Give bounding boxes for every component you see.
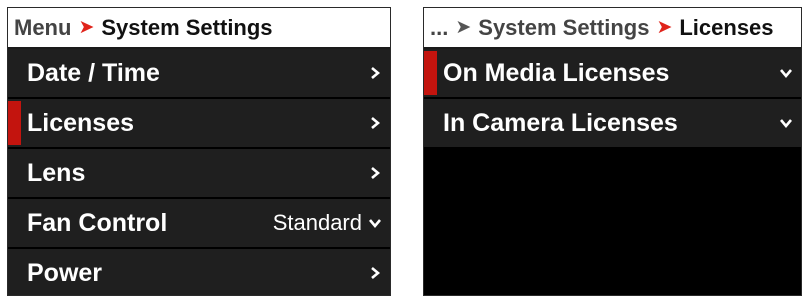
menu-item-fan-control[interactable]: Fan Control Standard — [8, 199, 390, 249]
menu-item-label: On Media Licenses — [443, 58, 670, 87]
menu-item-label: Power — [27, 258, 103, 287]
chevron-right-icon — [371, 117, 381, 129]
menu-item-in-camera-licenses[interactable]: In Camera Licenses — [424, 99, 801, 149]
selection-indicator — [8, 101, 21, 145]
chevron-down-icon — [780, 69, 792, 79]
chevron-right-icon — [371, 167, 381, 179]
chevron-down-icon — [369, 219, 381, 229]
menu-item-label: In Camera Licenses — [443, 108, 678, 137]
menu-item-label: Fan Control — [27, 208, 168, 237]
menu-item-lens[interactable]: Lens — [8, 149, 390, 199]
chevron-down-icon — [780, 119, 792, 129]
licenses-menu-panel: ... ➤ System Settings ➤ Licenses On Medi… — [423, 7, 802, 296]
breadcrumb-arrow-icon: ➤ — [78, 17, 95, 38]
breadcrumb: Menu ➤ System Settings — [8, 8, 390, 49]
breadcrumb-arrow-icon: ➤ — [455, 17, 472, 38]
breadcrumb-current: System Settings — [101, 14, 273, 40]
chevron-right-icon — [371, 67, 381, 79]
menu-item-power[interactable]: Power — [8, 249, 390, 295]
menu-item-label: Lens — [27, 158, 86, 187]
breadcrumb-ellipsis[interactable]: ... — [430, 15, 448, 41]
breadcrumb-parent[interactable]: Menu — [14, 15, 71, 41]
menu-item-label: Licenses — [27, 108, 135, 137]
fan-control-value: Standard — [272, 210, 362, 235]
menu-item-date-time[interactable]: Date / Time — [8, 49, 390, 99]
chevron-right-icon — [371, 267, 381, 279]
system-settings-menu-panel: Menu ➤ System Settings Date / Time Licen… — [7, 7, 391, 296]
menu-item-on-media-licenses[interactable]: On Media Licenses — [424, 49, 801, 99]
menu-item-licenses[interactable]: Licenses — [8, 99, 390, 149]
breadcrumb: ... ➤ System Settings ➤ Licenses — [424, 8, 801, 49]
menu-item-label: Date / Time — [27, 58, 160, 87]
selection-indicator — [424, 51, 437, 95]
breadcrumb-current: Licenses — [679, 14, 774, 40]
breadcrumb-arrow-icon: ➤ — [656, 17, 673, 38]
breadcrumb-parent[interactable]: System Settings — [478, 15, 649, 41]
